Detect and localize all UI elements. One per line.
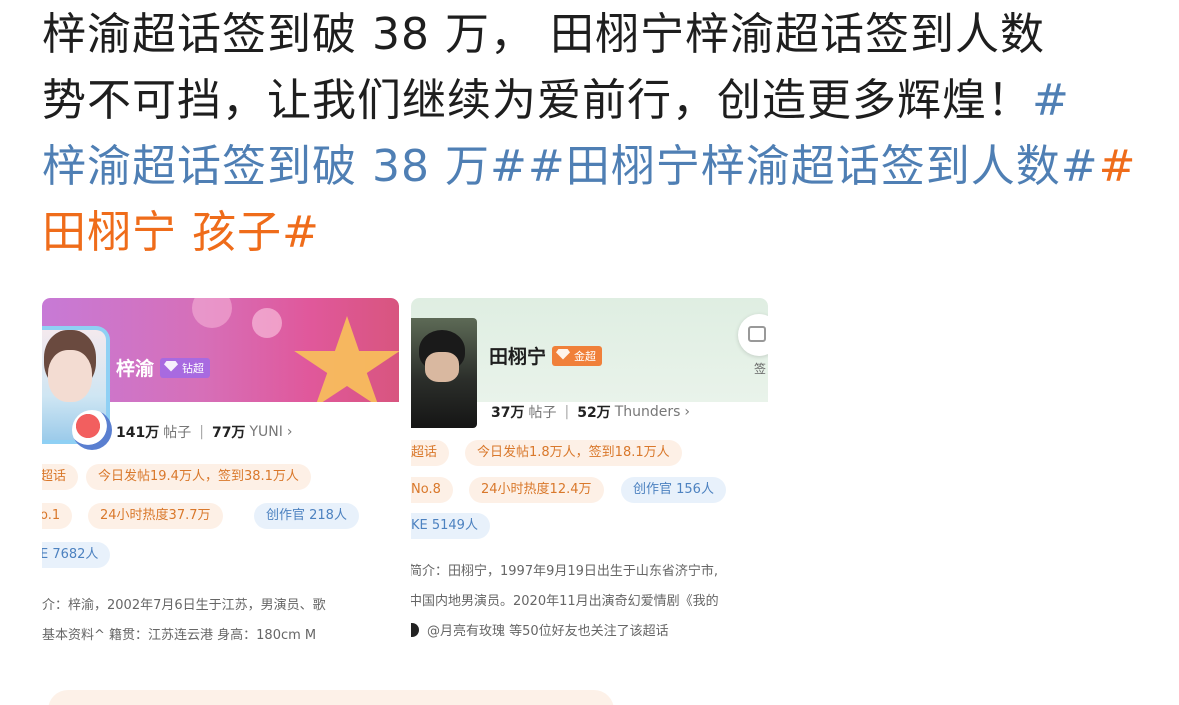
- divider: |: [199, 424, 204, 440]
- stats-row: 141万 帖子 | 77万 YUNI ›: [116, 422, 292, 442]
- level-badge: 金超: [552, 345, 603, 366]
- badge-label: 钻超: [182, 361, 205, 375]
- hashtag-start-orange[interactable]: #: [1099, 141, 1137, 192]
- supertopic-card-tianxuning[interactable]: 田栩宁 金超 签 37万 帖子 | 52万 Thunders › 超话 今日发帖…: [411, 298, 768, 650]
- rank-number-chip[interactable]: o.1: [42, 503, 73, 529]
- fans-count: 77万: [211, 425, 246, 441]
- posts-count: 141万: [116, 425, 160, 441]
- stats-row: 37万 帖子 | 52万 Thunders ›: [491, 402, 690, 422]
- badge-decoration-icon: [72, 410, 112, 450]
- hashtag-start[interactable]: #: [1032, 75, 1070, 126]
- posts-label: 帖子: [528, 405, 557, 421]
- hashtag-link-checkin[interactable]: 梓渝超话签到破 38 万#: [42, 141, 528, 192]
- level-badge: 钻超: [160, 357, 211, 378]
- supertopic-card-ziyu[interactable]: 梓渝 钻超 141万 帖子 | 77万 YUNI › 超话 今日发帖19.4万人…: [42, 298, 399, 650]
- post-line-2: 势不可挡，让我们继续为爱前行，创造更多辉煌！: [42, 75, 1032, 126]
- friends-follow-note[interactable]: @月亮有玫瑰 等50位好友也关注了该超话: [411, 620, 669, 639]
- chevron-right-icon: ›: [684, 404, 691, 420]
- post-line-1: 梓渝超话签到破 38 万， 田栩宁梓渝超话签到人数: [42, 9, 1045, 60]
- name-row: 田栩宁 金超: [489, 342, 603, 369]
- star-decoration: [294, 316, 399, 402]
- bottom-action-pill[interactable]: [48, 690, 614, 705]
- friends-text: @月亮有玫瑰 等50位好友也关注了该超话: [427, 624, 669, 639]
- daily-stats-chip[interactable]: 今日发帖1.8万人，签到18.1万人: [465, 440, 682, 466]
- daily-stats-chip[interactable]: 今日发帖19.4万人，签到38.1万人: [86, 464, 311, 490]
- rank-chip[interactable]: 超话: [411, 440, 450, 466]
- post-text: 梓渝超话签到破 38 万， 田栩宁梓渝超话签到人数 势不可挡，让我们继续为爱前行…: [42, 2, 1152, 266]
- fans-label[interactable]: Thunders: [615, 404, 681, 420]
- hashtag-link-child[interactable]: 田栩宁 孩子#: [42, 207, 320, 258]
- intro-line-2[interactable]: 基本资料^ 籍贯：江苏连云港 身高：180cm M: [42, 624, 316, 643]
- avatar[interactable]: [411, 318, 477, 428]
- checkin-label[interactable]: 签: [754, 360, 766, 377]
- heat-chip[interactable]: 24小时热度37.7万: [88, 503, 223, 529]
- intro-line-1: 介：梓渝，2002年7月6日生于江苏，男演员、歌: [42, 598, 326, 613]
- creator-chip[interactable]: 创作官 156人: [621, 477, 726, 503]
- fans-count: 52万: [577, 405, 611, 421]
- friend-avatar-icon: [411, 623, 419, 637]
- like-chip[interactable]: KE 5149人: [411, 513, 490, 539]
- calendar-icon: [748, 326, 766, 342]
- like-chip[interactable]: E 7682人: [42, 542, 111, 568]
- badge-label: 金超: [574, 349, 597, 363]
- topic-name: 田栩宁: [489, 346, 547, 368]
- name-row: 梓渝 钻超: [116, 354, 211, 381]
- intro-line-1: 简介：田栩宁，1997年9月19日出生于山东省济宁市,: [411, 564, 719, 579]
- diamond-icon: [164, 360, 179, 372]
- hashtag-link-count[interactable]: #田栩宁梓渝超话签到人数#: [528, 141, 1099, 192]
- heat-chip[interactable]: 24小时热度12.4万: [469, 477, 604, 503]
- balloon-decoration: [252, 308, 282, 338]
- fans-label[interactable]: YUNI: [249, 424, 282, 440]
- chevron-right-icon: ›: [286, 424, 293, 440]
- divider: |: [564, 404, 570, 420]
- rank-chip[interactable]: 超话: [42, 464, 79, 490]
- balloon-decoration: [192, 298, 232, 328]
- posts-count: 37万: [491, 405, 525, 421]
- posts-label: 帖子: [163, 425, 192, 441]
- rank-number-chip[interactable]: No.8: [411, 477, 453, 503]
- topic-name: 梓渝: [116, 358, 155, 380]
- gem-icon: [556, 348, 571, 360]
- intro-line-2: 中国内地男演员。2020年11月出演奇幻爱情剧《我的: [411, 594, 719, 609]
- creator-chip[interactable]: 创作官 218人: [254, 503, 359, 529]
